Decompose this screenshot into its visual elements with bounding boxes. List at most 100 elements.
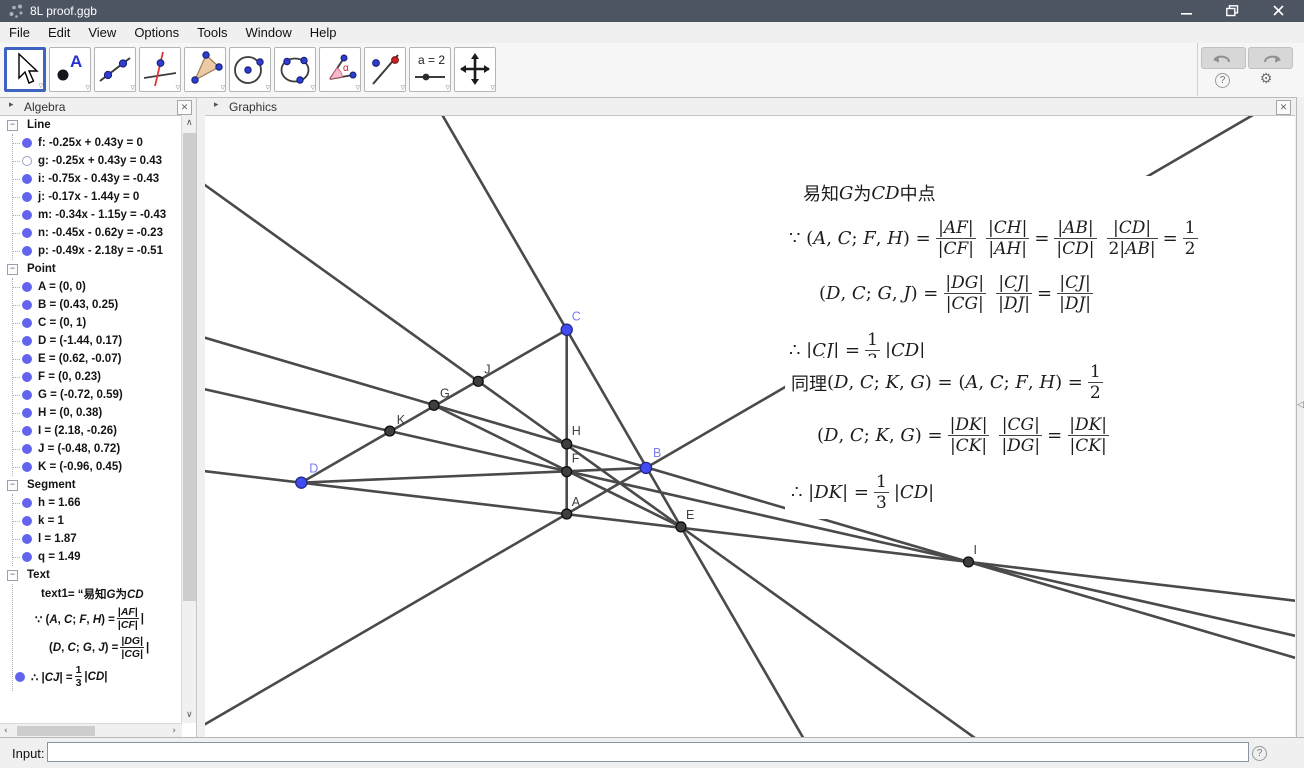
algebra-text-line[interactable]: (D, C; G, J) = |DG| |CG| | xyxy=(49,633,181,662)
point-D[interactable] xyxy=(295,476,308,489)
horizontal-scroll-thumb[interactable] xyxy=(17,726,95,736)
settings-gear-icon[interactable]: ⚙ xyxy=(1258,71,1274,87)
tool-dropdown-icon[interactable]: ▿ xyxy=(310,84,315,93)
scroll-right-icon[interactable]: › xyxy=(172,726,176,736)
tool-dropdown-icon[interactable]: ▿ xyxy=(85,84,90,93)
menu-view[interactable]: View xyxy=(79,22,125,43)
point-B[interactable] xyxy=(639,461,653,475)
visibility-dot[interactable] xyxy=(22,534,32,544)
algebra-item[interactable]: I = (2.18, -0.26) xyxy=(13,422,181,440)
algebra-item[interactable]: F = (0, 0.23) xyxy=(13,368,181,386)
scroll-left-icon[interactable]: ‹ xyxy=(4,726,8,736)
point-C[interactable] xyxy=(560,323,573,336)
proof-text-block-2[interactable]: 同理 (D, C; K, G) = (A, C; F, H) = 1 2 (D, C;… xyxy=(785,358,1125,520)
visibility-dot[interactable] xyxy=(22,300,32,310)
algebra-item[interactable]: A = (0, 0) xyxy=(13,278,181,296)
graphics-close-icon[interactable]: ✕ xyxy=(1276,100,1291,115)
panel-collapse-arrow-icon[interactable]: ◁ xyxy=(1297,400,1304,410)
algebra-text-line[interactable]: ∴ |CJ| = 13 |CD| xyxy=(15,662,181,691)
algebra-close-icon[interactable]: ✕ xyxy=(177,100,192,115)
tool-dropdown-icon[interactable]: ▿ xyxy=(265,84,270,93)
point-K[interactable] xyxy=(384,425,396,437)
point-J[interactable] xyxy=(472,375,484,387)
slider-tool-button[interactable]: a = 2 ▿ xyxy=(409,47,451,93)
point-A[interactable] xyxy=(561,508,573,520)
visibility-dot[interactable] xyxy=(22,336,32,346)
visibility-dot[interactable] xyxy=(22,156,32,166)
scroll-down-icon[interactable]: ∨ xyxy=(186,710,193,720)
collapse-toggle-icon[interactable]: − xyxy=(7,569,18,581)
algebra-item[interactable]: E = (0.62, -0.07) xyxy=(13,350,181,368)
graphics-view[interactable]: A B C D E F G H I J K 易知 G 为 CD 中点 ∵ (A, C; F, H) = |AF… xyxy=(205,116,1295,738)
algebra-item[interactable]: f: -0.25x + 0.43y = 0 xyxy=(13,134,181,152)
collapse-toggle-icon[interactable]: − xyxy=(7,119,18,131)
vertical-scroll-thumb[interactable] xyxy=(183,133,196,601)
tool-dropdown-icon[interactable]: ▿ xyxy=(130,84,135,93)
algebra-item[interactable]: m: -0.34x - 1.15y = -0.43 xyxy=(13,206,181,224)
undo-button[interactable] xyxy=(1201,47,1246,69)
point-G[interactable] xyxy=(428,399,440,411)
algebra-item[interactable]: J = (-0.48, 0.72) xyxy=(13,440,181,458)
angle-tool-button[interactable]: α ▿ xyxy=(319,47,361,93)
algebra-item[interactable]: p: -0.49x - 2.18y = -0.51 xyxy=(13,242,181,260)
menu-help[interactable]: Help xyxy=(301,22,346,43)
point-tool-button[interactable]: A ▿ xyxy=(49,47,91,93)
menu-tools[interactable]: Tools xyxy=(188,22,236,43)
tool-dropdown-icon[interactable]: ▿ xyxy=(400,84,405,93)
tool-dropdown-icon[interactable]: ▿ xyxy=(490,84,495,93)
visibility-dot[interactable] xyxy=(22,192,32,202)
proof-text-block-1[interactable]: 易知 G 为 CD 中点 ∵ (A, C; F, H) = |AF| |CF| |CH| |AH… xyxy=(783,176,1213,378)
line-tool-button[interactable]: ▿ xyxy=(94,47,136,93)
tool-dropdown-icon[interactable]: ▿ xyxy=(220,84,225,93)
tool-dropdown-icon[interactable]: ▿ xyxy=(445,84,450,93)
visibility-dot[interactable] xyxy=(22,354,32,364)
algebra-item[interactable]: k = 1 xyxy=(13,512,181,530)
algebra-item[interactable]: g: -0.25x + 0.43y = 0.43 xyxy=(13,152,181,170)
menu-options[interactable]: Options xyxy=(125,22,188,43)
visibility-dot[interactable] xyxy=(22,174,32,184)
algebra-item[interactable]: j: -0.17x - 1.44y = 0 xyxy=(13,188,181,206)
algebra-item[interactable]: n: -0.45x - 0.62y = -0.23 xyxy=(13,224,181,242)
tool-dropdown-icon[interactable]: ▿ xyxy=(175,84,180,93)
visibility-dot[interactable] xyxy=(22,138,32,148)
close-button[interactable] xyxy=(1262,0,1296,22)
algebra-item[interactable]: C = (0, 1) xyxy=(13,314,181,332)
point-H[interactable] xyxy=(561,438,573,450)
visibility-dot[interactable] xyxy=(22,426,32,436)
visibility-dot[interactable] xyxy=(22,228,32,238)
input-help-icon[interactable]: ? xyxy=(1252,746,1267,761)
move-tool-button[interactable]: ▿ xyxy=(4,47,46,92)
point-F[interactable] xyxy=(561,466,573,478)
algebra-item[interactable]: D = (-1.44, 0.17) xyxy=(13,332,181,350)
restore-button[interactable] xyxy=(1215,0,1249,22)
graphics-collapse-icon[interactable]: ▸ xyxy=(214,100,219,110)
algebra-horizontal-scrollbar[interactable]: ‹ › xyxy=(0,723,182,737)
perpendicular-line-tool-button[interactable]: ▿ xyxy=(139,47,181,93)
menu-file[interactable]: File xyxy=(0,22,39,43)
collapse-toggle-icon[interactable]: − xyxy=(7,479,18,491)
menu-edit[interactable]: Edit xyxy=(39,22,79,43)
visibility-dot[interactable] xyxy=(22,390,32,400)
algebra-item[interactable]: i: -0.75x - 0.43y = -0.43 xyxy=(13,170,181,188)
conic-tool-button[interactable]: ▿ xyxy=(274,47,316,93)
scroll-up-icon[interactable]: ∧ xyxy=(186,118,193,128)
visibility-dot[interactable] xyxy=(22,282,32,292)
segment-l[interactable] xyxy=(300,466,648,484)
point-E[interactable] xyxy=(675,521,687,533)
visibility-dot[interactable] xyxy=(22,408,32,418)
tool-dropdown-icon[interactable]: ▿ xyxy=(38,82,43,91)
circle-tool-button[interactable]: ▿ xyxy=(229,47,271,93)
minimize-button[interactable] xyxy=(1170,0,1204,22)
algebra-item[interactable]: l = 1.87 xyxy=(13,530,181,548)
point-I[interactable] xyxy=(962,556,975,568)
algebra-item[interactable]: q = 1.49 xyxy=(13,548,181,566)
redo-button[interactable] xyxy=(1248,47,1293,69)
polygon-tool-button[interactable]: ▿ xyxy=(184,47,226,93)
command-input[interactable] xyxy=(47,742,1249,762)
algebra-item[interactable]: K = (-0.96, 0.45) xyxy=(13,458,181,476)
algebra-item[interactable]: h = 1.66 xyxy=(13,494,181,512)
visibility-dot[interactable] xyxy=(22,444,32,454)
visibility-dot[interactable] xyxy=(22,246,32,256)
reflect-tool-button[interactable]: ▿ xyxy=(364,47,406,93)
algebra-vertical-scrollbar[interactable]: ∧ ∨ xyxy=(181,115,196,723)
